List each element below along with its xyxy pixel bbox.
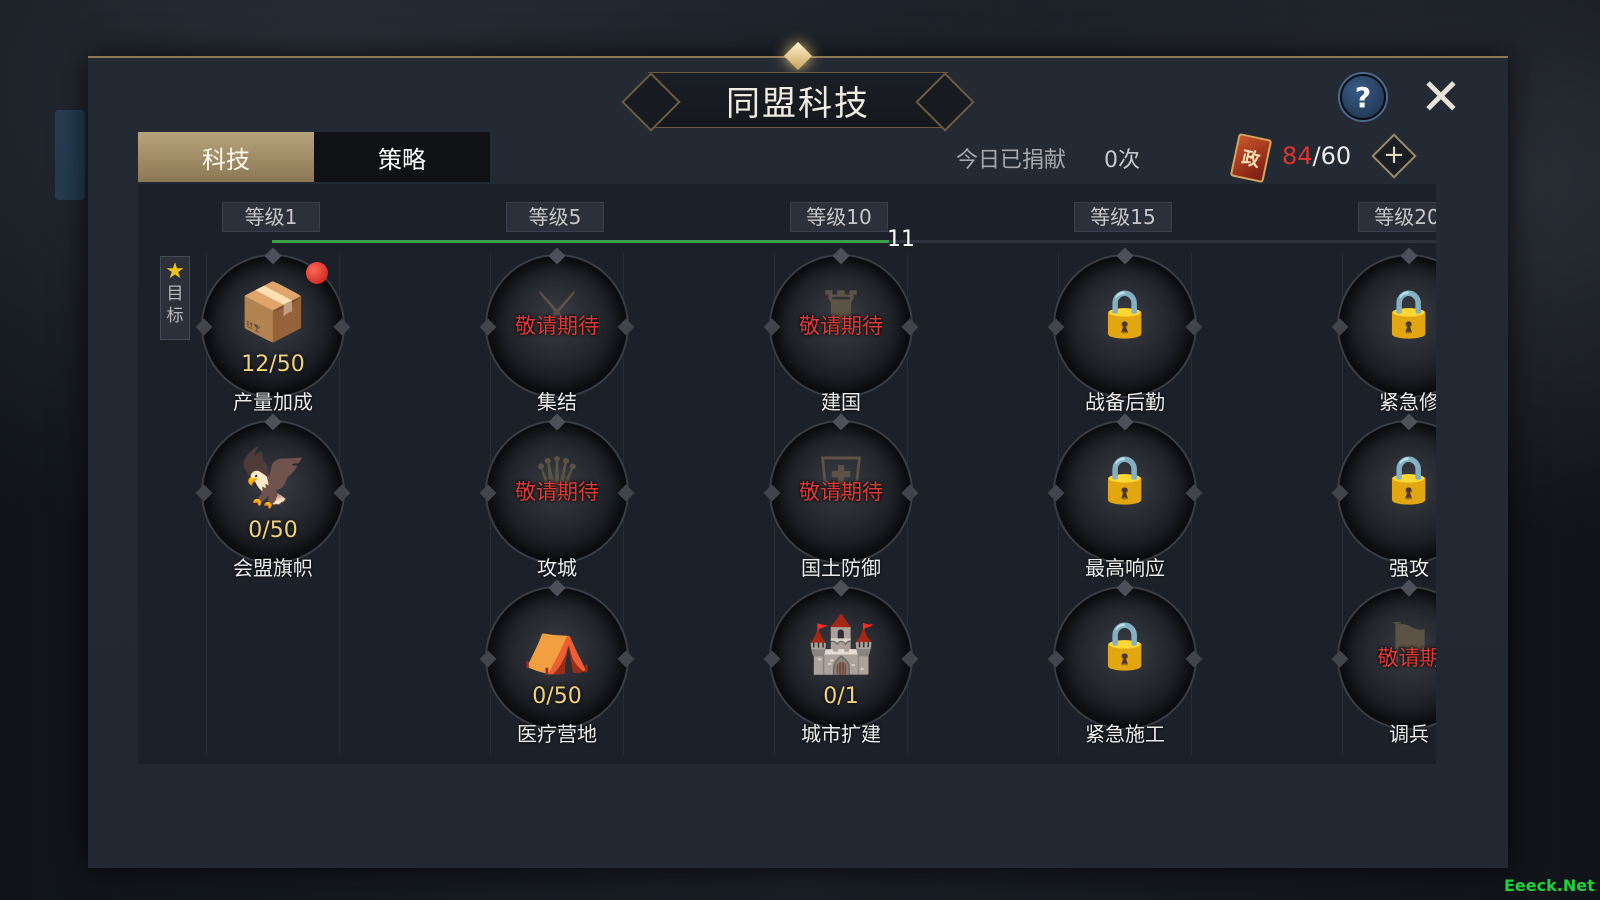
tier-label-10: 等级10 (790, 202, 888, 232)
alert-dot-icon (306, 262, 328, 284)
node-name: 国土防御 (801, 556, 881, 580)
question-icon: ? (1354, 80, 1372, 114)
alliance-tech-panel: 同盟科技 ? ✕ 科技 策略 今日已捐献 0次 政 84/60 + 等级1 等级… (88, 41, 1508, 868)
star-icon: ★ (165, 259, 185, 284)
coming-soon-label: 敬请期待 (515, 314, 599, 338)
tab-strategy[interactable]: 策略 (314, 132, 490, 182)
policy-card-icon: 政 (1229, 132, 1273, 184)
locked-laurel-icon: 🔒 (1096, 286, 1154, 340)
tech-node-emergency-repair[interactable]: 🔒 紧急修 (1334, 247, 1436, 426)
tech-tree[interactable]: 等级1 等级5 等级10 等级15 等级20 11 ★ 目 标 📦 12/50 … (138, 184, 1436, 764)
node-name: 攻城 (537, 556, 577, 580)
node-name: 强攻 (1389, 556, 1429, 580)
node-progress: 0/50 (248, 518, 298, 543)
node-name: 城市扩建 (801, 722, 881, 746)
tab-tech[interactable]: 科技 (138, 132, 314, 182)
tech-node-medical-camp[interactable]: ⛺ 0/50 医疗营地 (482, 579, 632, 758)
tech-node-alliance-banner[interactable]: 🦅 0/50 会盟旗帜 (198, 413, 348, 592)
level-progress-value: 11 (887, 227, 915, 252)
locked-upgrade-icon: 🔒 (1096, 452, 1154, 506)
title-plate: 同盟科技 (648, 72, 948, 128)
energy-current: 84 (1282, 142, 1313, 170)
coming-soon-label: 敬请期待 (515, 480, 599, 504)
goal-label-1: 目 (166, 284, 184, 304)
tech-node-city-expansion[interactable]: 🏰 0/1 城市扩建 (766, 579, 916, 758)
coming-soon-label: 敬请期待 (799, 480, 883, 504)
energy-max: 60 (1320, 142, 1352, 170)
goal-label-2: 标 (166, 306, 184, 326)
page-title: 同盟科技 (726, 83, 870, 124)
tech-node-assault[interactable]: 🔒 强攻 (1334, 413, 1436, 592)
scroll-chest-icon: 📦 (238, 280, 308, 345)
background-ui-strip (55, 110, 85, 200)
tech-node-territory-defense[interactable]: ⛨ 敬请期待 国土防御 (766, 413, 916, 592)
node-name: 最高响应 (1085, 556, 1165, 580)
node-progress: 12/50 (241, 352, 305, 377)
energy-separator: / (1312, 142, 1321, 170)
tech-node-emergency-construction[interactable]: 🔒 紧急施工 (1050, 579, 1200, 758)
tech-node-output-bonus[interactable]: 📦 12/50 产量加成 (198, 247, 348, 426)
energy-counter: 84/60 (1282, 142, 1351, 170)
header-bar: 科技 策略 今日已捐献 0次 政 84/60 + (138, 132, 1458, 184)
node-name: 会盟旗帜 (233, 556, 313, 580)
locked-diamond-icon: 🔒 (1380, 452, 1436, 506)
tech-node-rally[interactable]: ⚔ 敬请期待 集结 (482, 247, 632, 426)
node-name: 战备后勤 (1085, 390, 1165, 414)
node-progress: 0/50 (532, 684, 582, 709)
node-name: 建国 (821, 390, 861, 414)
locked-gear-icon: 🔒 (1380, 286, 1436, 340)
tier-label-15: 等级15 (1074, 202, 1172, 232)
donation-count: 0次 (1104, 148, 1140, 173)
level-progress-track (272, 240, 1436, 243)
add-energy-button[interactable]: + (1371, 133, 1417, 179)
close-icon: ✕ (1420, 68, 1462, 126)
eagle-banner-icon: 🦅 (238, 446, 308, 511)
medical-tent-icon: ⛺ (522, 612, 592, 677)
node-name: 紧急修 (1379, 390, 1436, 414)
node-name: 紧急施工 (1085, 722, 1165, 746)
node-name: 调兵 (1389, 722, 1429, 746)
help-button[interactable]: ? (1340, 74, 1386, 120)
castle-icon: 🏰 (806, 612, 876, 677)
node-name: 集结 (537, 390, 577, 414)
tier-label-5: 等级5 (506, 202, 604, 232)
donation-label: 今日已捐献 (956, 148, 1067, 173)
level-progress-fill (272, 240, 889, 243)
plus-icon: + (1383, 140, 1405, 170)
tech-node-war-logistics[interactable]: 🔒 战备后勤 (1050, 247, 1200, 426)
tech-node-siege[interactable]: ♛ 敬请期待 攻城 (482, 413, 632, 592)
coming-soon-label: 敬请期 (1377, 646, 1437, 670)
tech-node-troop-dispatch[interactable]: ⚑ 敬请期 调兵 (1334, 579, 1437, 758)
tech-node-found-nation[interactable]: ♜ 敬请期待 建国 (766, 247, 916, 426)
tech-node-max-response[interactable]: 🔒 最高响应 (1050, 413, 1200, 592)
goal-tag[interactable]: ★ 目 标 (160, 256, 190, 340)
tier-label-20: 等级20 (1358, 202, 1436, 232)
coming-soon-label: 敬请期待 (799, 314, 883, 338)
watermark-text: Eeeck.Net (1504, 876, 1595, 895)
locked-gear-icon: 🔒 (1096, 618, 1154, 672)
node-progress: 0/1 (823, 684, 859, 709)
tier-label-1: 等级1 (222, 202, 320, 232)
close-button[interactable]: ✕ (1418, 72, 1464, 122)
node-name: 医疗营地 (517, 722, 597, 746)
node-name: 产量加成 (233, 390, 313, 414)
